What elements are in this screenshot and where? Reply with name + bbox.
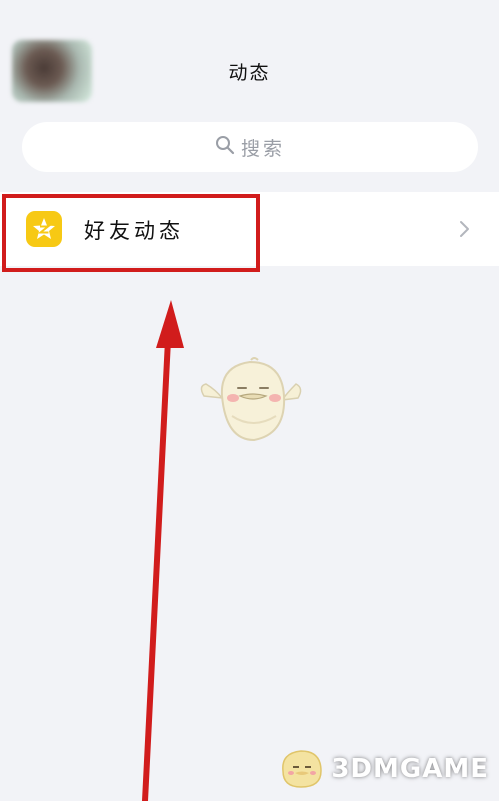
- annotation-arrow: [142, 300, 184, 801]
- watermark-text: 3DMGAME: [331, 754, 489, 784]
- watermark: 3DMGAME: [277, 745, 489, 793]
- watermark-logo-icon: [277, 745, 327, 793]
